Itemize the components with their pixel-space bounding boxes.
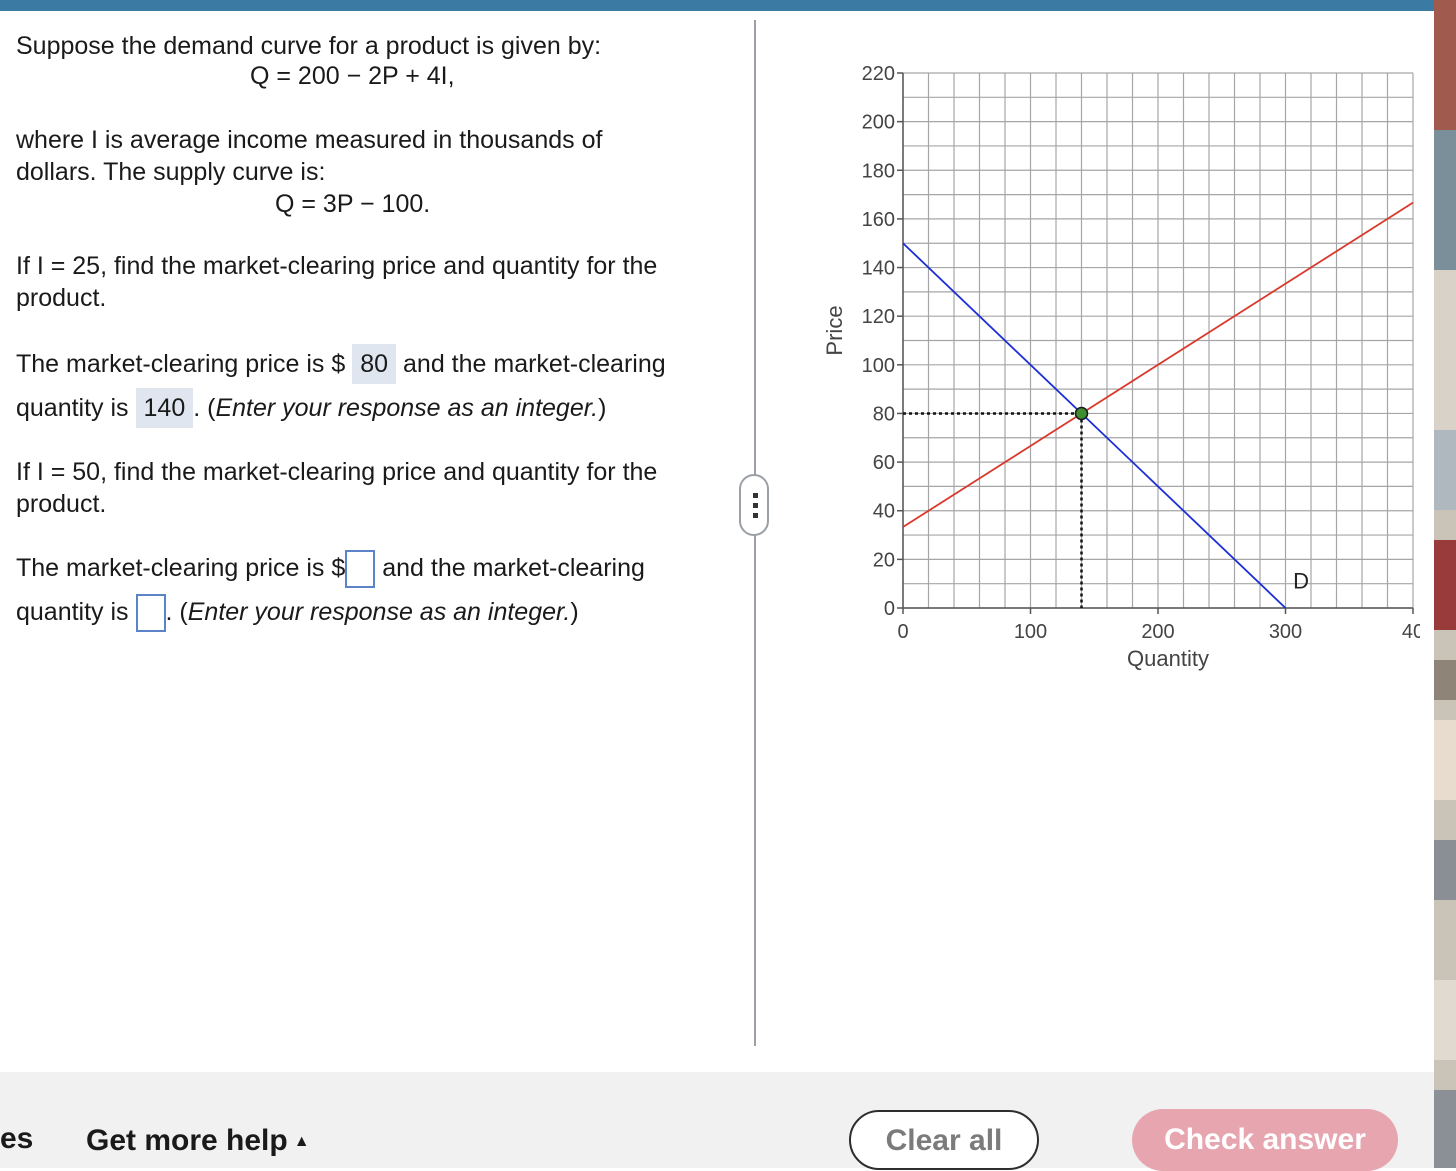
demand-curve xyxy=(902,242,1287,609)
part1-question: If I = 25, find the market-clearing pric… xyxy=(16,250,736,314)
income-note-line-1: where I is average income measured in th… xyxy=(16,126,603,154)
x-axis-label: Quantity xyxy=(1127,646,1209,671)
panel-resize-handle[interactable] xyxy=(739,474,769,536)
part2-close-paren: ) xyxy=(570,598,579,626)
part1-question-line-2: product. xyxy=(16,284,107,312)
y-axis-label: Price xyxy=(822,305,847,355)
part2-price-prefix: The market-clearing price is $ xyxy=(16,554,346,582)
footer-bar: es Get more help ▲ Clear all Check answer xyxy=(0,1072,1434,1171)
supply-demand-graph[interactable]: 0 20 40 60 80 100 120 140 160 180 200 220 0 100 200 300… xyxy=(800,50,1420,690)
part2-quantity-input[interactable] xyxy=(135,594,166,633)
income-note: where I is average income measured in th… xyxy=(16,124,736,188)
demand-equation: Q = 200 − 2P + 4I, xyxy=(250,62,455,90)
x-tick-label: 0 xyxy=(897,621,908,643)
y-tick-label: 120 xyxy=(862,306,895,328)
y-tick-label: 80 xyxy=(873,403,895,425)
triangle-up-icon: ▲ xyxy=(293,1133,310,1151)
part2-question: If I = 50, find the market-clearing pric… xyxy=(16,456,736,520)
y-tick-label: 180 xyxy=(862,160,895,182)
check-answer-button[interactable]: Check answer xyxy=(1132,1109,1398,1171)
x-tick-label: 100 xyxy=(1014,621,1047,643)
part2-question-line-1: If I = 50, find the market-clearing pric… xyxy=(16,458,658,486)
background-window-edge xyxy=(1434,0,1456,1168)
part1-quantity-prefix: quantity is xyxy=(16,394,129,422)
part1-post-text: . ( xyxy=(193,394,216,422)
clear-all-button[interactable]: Clear all xyxy=(849,1110,1039,1170)
y-tick-label: 40 xyxy=(873,501,895,523)
demand-curve-label: D xyxy=(1293,569,1309,594)
part2-post-text: . ( xyxy=(165,598,188,626)
x-tick-label: 200 xyxy=(1141,621,1174,643)
part2-instruction: Enter your response as an integer. xyxy=(187,598,571,626)
income-note-line-2: dollars. The supply curve is: xyxy=(16,158,326,186)
handle-dot xyxy=(753,493,758,498)
y-tick-label: 140 xyxy=(862,258,895,280)
part2-price-input[interactable] xyxy=(345,550,376,589)
part1-price-prefix: The market-clearing price is $ xyxy=(16,350,346,378)
y-tick-label: 200 xyxy=(862,112,895,134)
handle-dot xyxy=(753,503,758,508)
y-tick-label: 60 xyxy=(873,452,895,474)
equilibrium-point xyxy=(1074,406,1089,421)
question-panel: Suppose the demand curve for a product i… xyxy=(16,30,736,62)
part2-mid-text: and the market-clearing xyxy=(382,554,645,582)
part2-answer: The market-clearing price is $ and the m… xyxy=(16,546,736,634)
y-tick-label: 100 xyxy=(862,355,895,377)
get-more-help-label: Get more help xyxy=(86,1124,288,1157)
part1-mid-text: and the market-clearing xyxy=(403,350,666,378)
part1-instruction: Enter your response as an integer. xyxy=(215,394,599,422)
x-tick-label: 40 xyxy=(1402,621,1420,643)
supply-equation: Q = 3P − 100. xyxy=(275,190,431,218)
question-intro: Suppose the demand curve for a product i… xyxy=(16,32,602,60)
part1-answer: The market-clearing price is $ 80 and th… xyxy=(16,342,736,430)
x-tick-label: 300 xyxy=(1269,621,1302,643)
handle-dot xyxy=(753,513,758,518)
part1-close-paren: ) xyxy=(598,394,607,422)
y-tick-label: 160 xyxy=(862,209,895,231)
part1-price-answer[interactable]: 80 xyxy=(352,344,397,384)
footer-fragment-text: es xyxy=(0,1122,34,1155)
get-more-help-button[interactable]: Get more help ▲ xyxy=(86,1124,310,1158)
part1-question-line-1: If I = 25, find the market-clearing pric… xyxy=(16,252,658,280)
part1-quantity-answer[interactable]: 140 xyxy=(135,388,194,428)
top-bar xyxy=(0,0,1434,11)
y-tick-label: 20 xyxy=(873,549,895,571)
y-tick-label: 0 xyxy=(884,598,895,620)
part2-question-line-2: product. xyxy=(16,490,107,518)
y-tick-label: 220 xyxy=(862,63,895,85)
part2-quantity-prefix: quantity is xyxy=(16,598,129,626)
